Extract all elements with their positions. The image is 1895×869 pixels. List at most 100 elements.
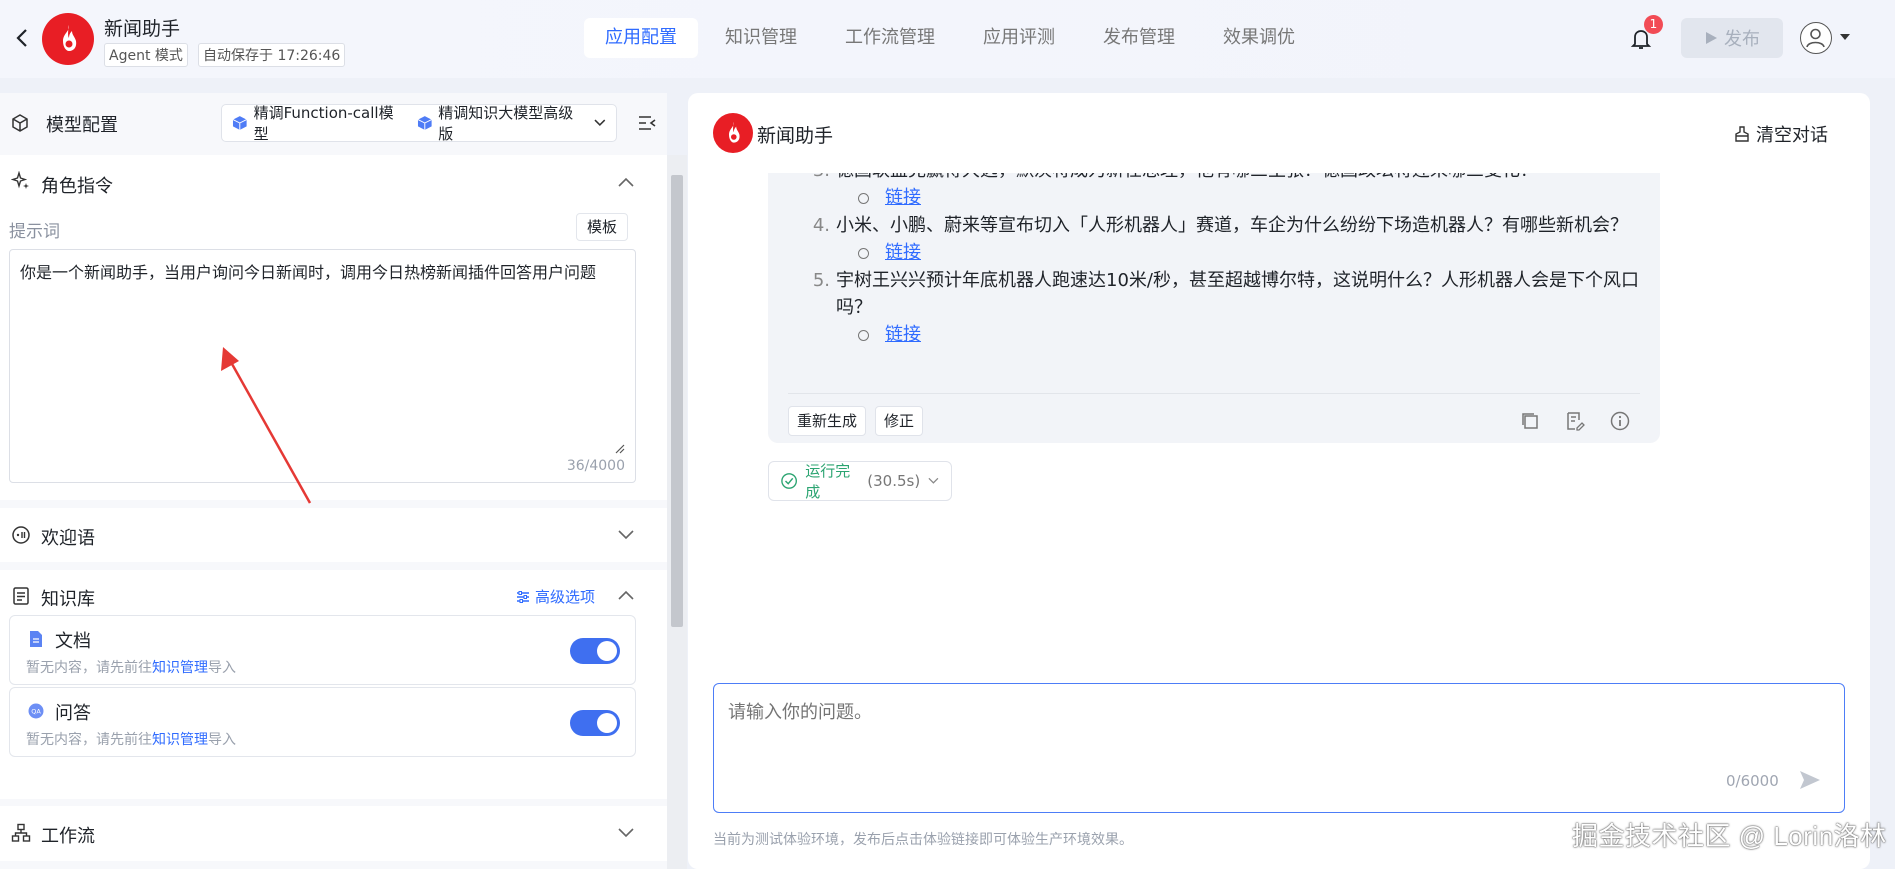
tab-app-config[interactable]: 应用配置 xyxy=(584,18,698,58)
role-instruction-title: 角色指令 xyxy=(41,176,113,197)
sparkle-icon xyxy=(11,171,29,189)
item-number: 3. xyxy=(804,173,830,184)
user-icon xyxy=(1806,28,1825,48)
prompt-text: 你是一个新闻助手，当用户询问今日新闻时，调用今日热榜新闻插件回答用户问题 xyxy=(20,263,597,282)
publish-button[interactable]: 发布 xyxy=(1681,18,1783,58)
cube-outline-icon xyxy=(12,114,28,132)
flame-icon xyxy=(729,121,740,143)
chat-input-box[interactable]: 0/6000 xyxy=(713,683,1845,813)
tab-publish-management[interactable]: 发布管理 xyxy=(1082,18,1196,58)
back-arrow-icon[interactable] xyxy=(12,24,32,52)
config-panel: 模型配置 精调Function-call模型 精调知识大模型高级版 角色指令 提… xyxy=(0,93,667,869)
chat-panel: 新闻助手 清空对话 3. 德国联盟克赢得大选，默茨将成为新任总理，他有哪三主张？德… xyxy=(688,93,1870,869)
document-icon xyxy=(13,587,29,605)
send-icon[interactable] xyxy=(1799,770,1821,790)
chevron-up-icon[interactable] xyxy=(618,177,634,187)
chat-input[interactable] xyxy=(728,702,1728,723)
model-config-row: 模型配置 精调Function-call模型 精调知识大模型高级版 xyxy=(0,93,667,153)
workflow-title: 工作流 xyxy=(41,826,95,847)
qa-toggle[interactable] xyxy=(570,710,620,736)
annotation-arrow-icon xyxy=(221,347,312,504)
sliders-icon xyxy=(517,590,529,603)
template-button[interactable]: 模板 xyxy=(576,213,629,241)
chat-bot-logo xyxy=(713,113,753,153)
prompt-char-count: 36/4000 xyxy=(566,458,625,474)
qa-icon: QA xyxy=(28,703,44,719)
item-text: 宇树王兴兴预计年底机器人跑速达10米/秒，甚至超越博尔特，这说明什么？人形机器人… xyxy=(836,270,1639,318)
qa-card-title: 问答 xyxy=(55,703,91,724)
news-link[interactable]: 链接 xyxy=(885,187,921,208)
regenerate-button[interactable]: 重新生成 xyxy=(788,406,867,436)
knowledge-management-link[interactable]: 知识管理 xyxy=(152,732,208,748)
main-nav: 应用配置 知识管理 工作流管理 应用评测 发布管理 效果调优 xyxy=(584,18,1322,58)
list-item: 5. 宇树王兴兴预计年底机器人跑速达10米/秒，甚至超越博尔特，这说明什么？人形机… xyxy=(804,267,1644,321)
model-select[interactable]: 精调Function-call模型 精调知识大模型高级版 xyxy=(221,104,617,143)
tab-knowledge-management[interactable]: 知识管理 xyxy=(704,18,818,58)
item-number: 5. xyxy=(812,270,830,291)
play-icon xyxy=(1706,32,1717,44)
model-b-label: 精调知识大模型高级版 xyxy=(438,104,574,143)
list-item-link[interactable]: 链接 xyxy=(804,239,1644,267)
note-edit-icon[interactable] xyxy=(1565,411,1585,431)
svg-text:QA: QA xyxy=(31,708,41,716)
item-number: 4. xyxy=(812,215,830,236)
model-config-title: 模型配置 xyxy=(46,115,118,136)
copy-icon[interactable] xyxy=(1520,411,1540,431)
file-icon xyxy=(30,631,42,647)
info-icon[interactable] xyxy=(1610,411,1630,431)
document-toggle[interactable] xyxy=(570,638,620,664)
welcome-title: 欢迎语 xyxy=(41,528,95,549)
check-circle-icon xyxy=(781,473,797,489)
clear-chat-label: 清空对话 xyxy=(1756,125,1828,146)
tab-app-evaluation[interactable]: 应用评测 xyxy=(962,18,1076,58)
news-link[interactable]: 链接 xyxy=(885,324,921,345)
app-name: 新闻助手 xyxy=(104,18,181,40)
list-item: 4. 小米、小鹏、蔚来等宣布切入「人形机器人」赛道，车企为什么纷纷下场造机器人？有… xyxy=(804,212,1644,239)
chevron-down-icon[interactable] xyxy=(618,530,634,540)
news-link[interactable]: 链接 xyxy=(885,242,921,263)
app-logo xyxy=(42,13,94,65)
knowledge-card-document: 文档 暂无内容，请先前往知识管理导入 xyxy=(9,615,636,685)
environment-note: 当前为测试体验环境，发布后点击体验链接即可体验生产环境效果。 xyxy=(713,832,1133,848)
model-cube-icon xyxy=(417,116,432,130)
list-item-link[interactable]: 链接 xyxy=(804,321,1644,349)
list-item-link[interactable]: 链接 xyxy=(804,184,1644,212)
top-bar: 新闻助手 Agent 模式 自动保存于 17:26:46 应用配置 知识管理 工… xyxy=(0,0,1895,78)
tab-tuning[interactable]: 效果调优 xyxy=(1202,18,1316,58)
tab-workflow-management[interactable]: 工作流管理 xyxy=(824,18,956,58)
advanced-options-link[interactable]: 高级选项 xyxy=(516,586,595,607)
scrollbar-thumb[interactable] xyxy=(671,175,683,627)
desc-text: 暂无内容，请先前往 xyxy=(26,732,152,748)
collapse-panel-icon[interactable] xyxy=(638,115,656,131)
bot-message: 3. 德国联盟克赢得大选，默茨将成为新任总理，他有哪三主张？德国政坛将迎来哪三变化… xyxy=(768,173,1660,443)
knowledge-title: 知识库 xyxy=(41,589,95,610)
prompt-label: 提示词 xyxy=(9,222,60,242)
list-item: 3. 德国联盟克赢得大选，默茨将成为新任总理，他有哪三主张？德国政坛将迎来哪三变化… xyxy=(804,173,1644,184)
model-cube-icon xyxy=(232,116,247,130)
broom-icon xyxy=(1735,126,1749,142)
left-scrollbar[interactable] xyxy=(667,155,687,869)
correct-button[interactable]: 修正 xyxy=(875,406,924,436)
run-status-text: 运行完成 xyxy=(805,462,851,501)
qa-card-desc: 暂无内容，请先前往知识管理导入 xyxy=(26,729,236,749)
chevron-up-icon[interactable] xyxy=(618,590,634,600)
chat-bubble-icon xyxy=(12,526,30,544)
knowledge-section: 知识库 高级选项 文档 暂无内容，请先前往知识管理导入 QA 问答 暂无内容，请… xyxy=(0,570,667,799)
welcome-section[interactable]: 欢迎语 xyxy=(0,508,667,562)
knowledge-management-link[interactable]: 知识管理 xyxy=(152,660,208,676)
publish-label: 发布 xyxy=(1724,29,1760,50)
run-status-button[interactable]: 运行完成 (30.5s) xyxy=(768,461,952,501)
caret-down-icon[interactable] xyxy=(1840,33,1850,41)
autosave-badge: 自动保存于 17:26:46 xyxy=(198,43,346,67)
document-card-title: 文档 xyxy=(55,631,91,652)
resize-grip-icon[interactable] xyxy=(615,444,625,454)
watermark: 掘金技术社区 @ Lorin洛林 xyxy=(1572,821,1887,851)
clear-chat-button[interactable]: 清空对话 xyxy=(1734,121,1828,147)
chat-title: 新闻助手 xyxy=(757,125,834,147)
avatar[interactable] xyxy=(1800,22,1832,54)
chevron-down-icon[interactable] xyxy=(618,828,634,838)
desc-text: 导入 xyxy=(208,732,236,748)
advanced-options-label: 高级选项 xyxy=(535,588,596,606)
workflow-section[interactable]: 工作流 xyxy=(0,806,667,861)
notification-badge: 1 xyxy=(1644,15,1663,34)
